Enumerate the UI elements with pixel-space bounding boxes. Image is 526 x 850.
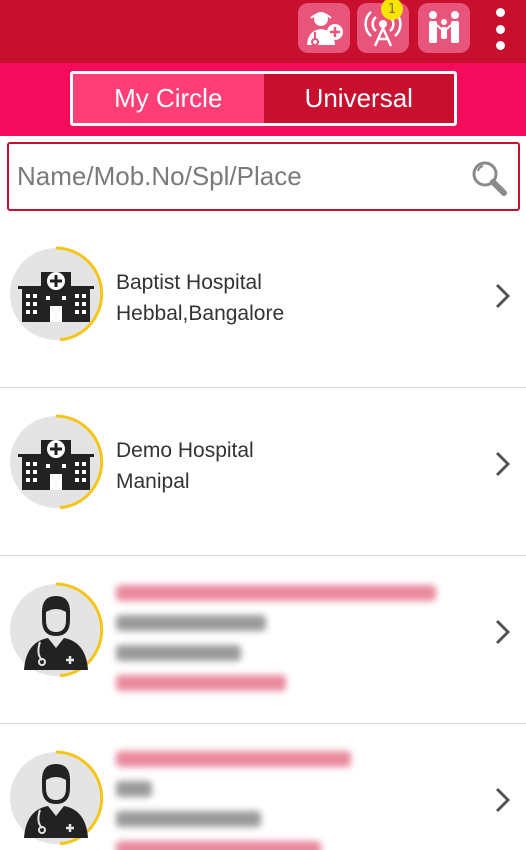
avatar bbox=[8, 582, 104, 678]
list-item[interactable] bbox=[0, 724, 526, 850]
chevron-right-icon bbox=[495, 787, 511, 813]
list-item[interactable]: Demo Hospital Manipal bbox=[0, 388, 526, 556]
list-item-text: Demo Hospital Manipal bbox=[116, 435, 254, 497]
doctor-icon bbox=[10, 582, 104, 678]
avatar bbox=[8, 246, 104, 342]
more-menu-icon[interactable] bbox=[486, 4, 514, 54]
top-app-bar: 1 bbox=[0, 0, 526, 63]
tab-bar: My Circle Universal bbox=[0, 63, 526, 136]
list-item[interactable]: Baptist Hospital Hebbal,Bangalore bbox=[0, 220, 526, 388]
chevron-right-icon bbox=[495, 451, 511, 477]
redacted-details bbox=[116, 744, 351, 850]
hospital-place: Hebbal,Bangalore bbox=[116, 302, 285, 325]
broadcast-button[interactable]: 1 bbox=[357, 0, 409, 53]
search-icon[interactable] bbox=[469, 158, 509, 198]
hospital-place: Manipal bbox=[116, 470, 190, 493]
chevron-right-icon bbox=[495, 283, 511, 309]
avatar bbox=[8, 750, 104, 846]
add-doctor-button[interactable] bbox=[298, 3, 350, 53]
hospital-name: Demo Hospital bbox=[116, 439, 254, 462]
segmented-control: My Circle Universal bbox=[70, 71, 457, 126]
tab-universal[interactable]: Universal bbox=[263, 74, 454, 123]
family-button[interactable] bbox=[418, 3, 470, 53]
doctor-icon bbox=[10, 750, 104, 846]
family-icon bbox=[429, 11, 459, 43]
hospital-name: Baptist Hospital bbox=[116, 271, 262, 294]
redacted-details bbox=[116, 578, 436, 698]
chevron-right-icon bbox=[495, 619, 511, 645]
add-doctor-icon bbox=[307, 12, 343, 46]
list-item[interactable] bbox=[0, 556, 526, 724]
search-input[interactable] bbox=[17, 154, 457, 199]
list-item-text: Baptist Hospital Hebbal,Bangalore bbox=[116, 267, 284, 329]
search-box bbox=[7, 142, 520, 211]
search-area bbox=[0, 136, 526, 220]
hospital-icon bbox=[10, 246, 104, 342]
tab-my-circle[interactable]: My Circle bbox=[73, 74, 264, 123]
hospital-icon bbox=[10, 414, 104, 510]
avatar bbox=[8, 414, 104, 510]
